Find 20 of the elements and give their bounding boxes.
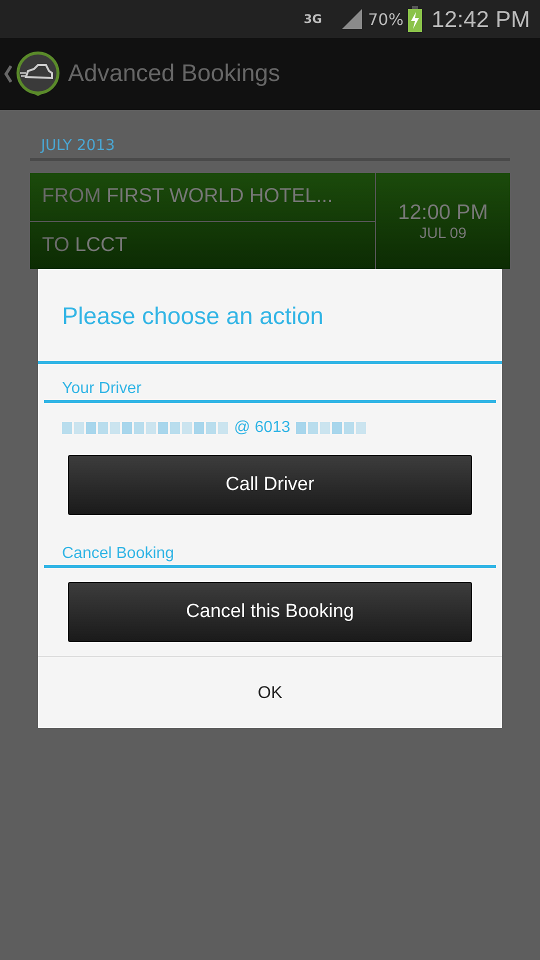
to-text: TO LCCT <box>42 234 128 257</box>
chevron-icon <box>4 65 12 83</box>
battery-percent: 70% <box>368 10 404 28</box>
action-button[interactable]: Call Driver <box>68 455 472 515</box>
signal-icon <box>340 7 364 31</box>
action-button[interactable]: Cancel this Booking <box>68 582 472 642</box>
battery-icon <box>408 6 422 32</box>
pixelated-redaction <box>296 422 366 434</box>
section-heading: Your Driver <box>61 379 142 399</box>
month-header: JULY 2013 <box>39 136 116 154</box>
network-type: 3G <box>304 12 322 26</box>
booking-time: 12:00 PM <box>398 200 488 224</box>
car-logo-icon <box>14 51 62 97</box>
dialog-title: Please choose an action <box>61 302 325 332</box>
from-text: FROM FIRST WORLD HOTEL... <box>42 185 333 208</box>
booking-date: JUL 09 <box>420 224 466 242</box>
screen-title: Advanced Bookings <box>68 60 280 88</box>
section-heading: Cancel Booking <box>61 544 176 564</box>
driver-phone: @ 6013 <box>234 419 290 437</box>
clock: 12:42 PM <box>432 6 530 32</box>
